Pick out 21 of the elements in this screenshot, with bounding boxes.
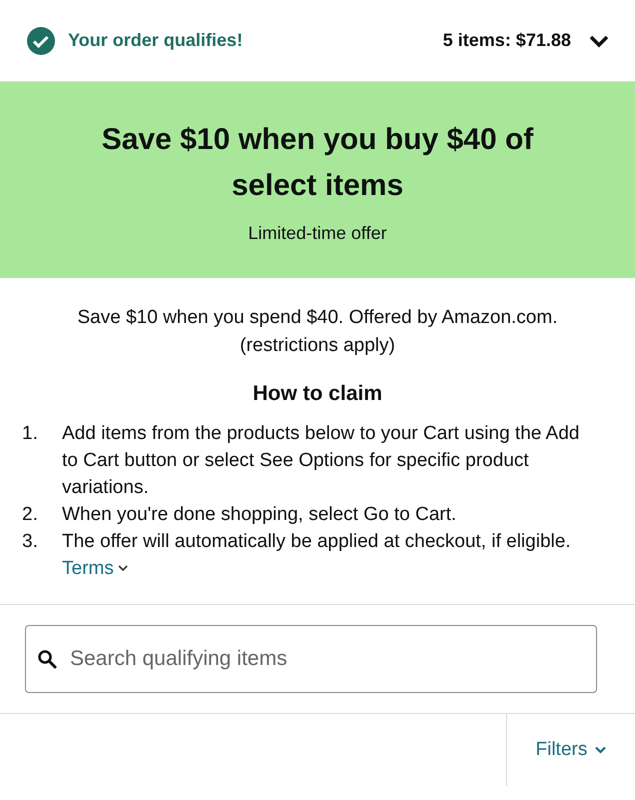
offer-description: Save $10 when you spend $40. Offered by Amazon.com.: [77, 306, 558, 330]
caret-icon: [118, 565, 128, 572]
promo-title: Save $10 when you buy $40 of select items: [100, 122, 534, 204]
offer-description: (restrictions apply): [240, 334, 396, 358]
check-circle-icon: [26, 26, 56, 56]
search-field[interactable]: Search qualifying items: [25, 625, 597, 693]
step-number: 1.: [22, 422, 39, 446]
chevron-icon[interactable]: [589, 34, 609, 48]
step-number: 2.: [22, 503, 39, 527]
section-heading: How to claim: [252, 382, 384, 406]
step-text: When you're done shopping, select Go to Cart.: [62, 503, 456, 527]
search-icon: [37, 649, 57, 669]
step-number: 3.: [22, 530, 39, 554]
filters-button[interactable]: Filters: [506, 714, 635, 786]
terms-link[interactable]: Terms: [62, 558, 128, 579]
qualifies-status: Your order qualifies!: [68, 30, 244, 51]
step-text: The offer will automatically be applied at checkout, if eligible. Terms: [62, 530, 572, 581]
step-text: Add items from the products below to your Cart using the Add to Cart button or select See Options for specific product variations.: [62, 422, 580, 500]
caret-icon: [595, 746, 606, 754]
cart-total: 5 items: $71.88: [442, 30, 571, 51]
promo-subtitle: Limited-time offer: [248, 222, 387, 244]
